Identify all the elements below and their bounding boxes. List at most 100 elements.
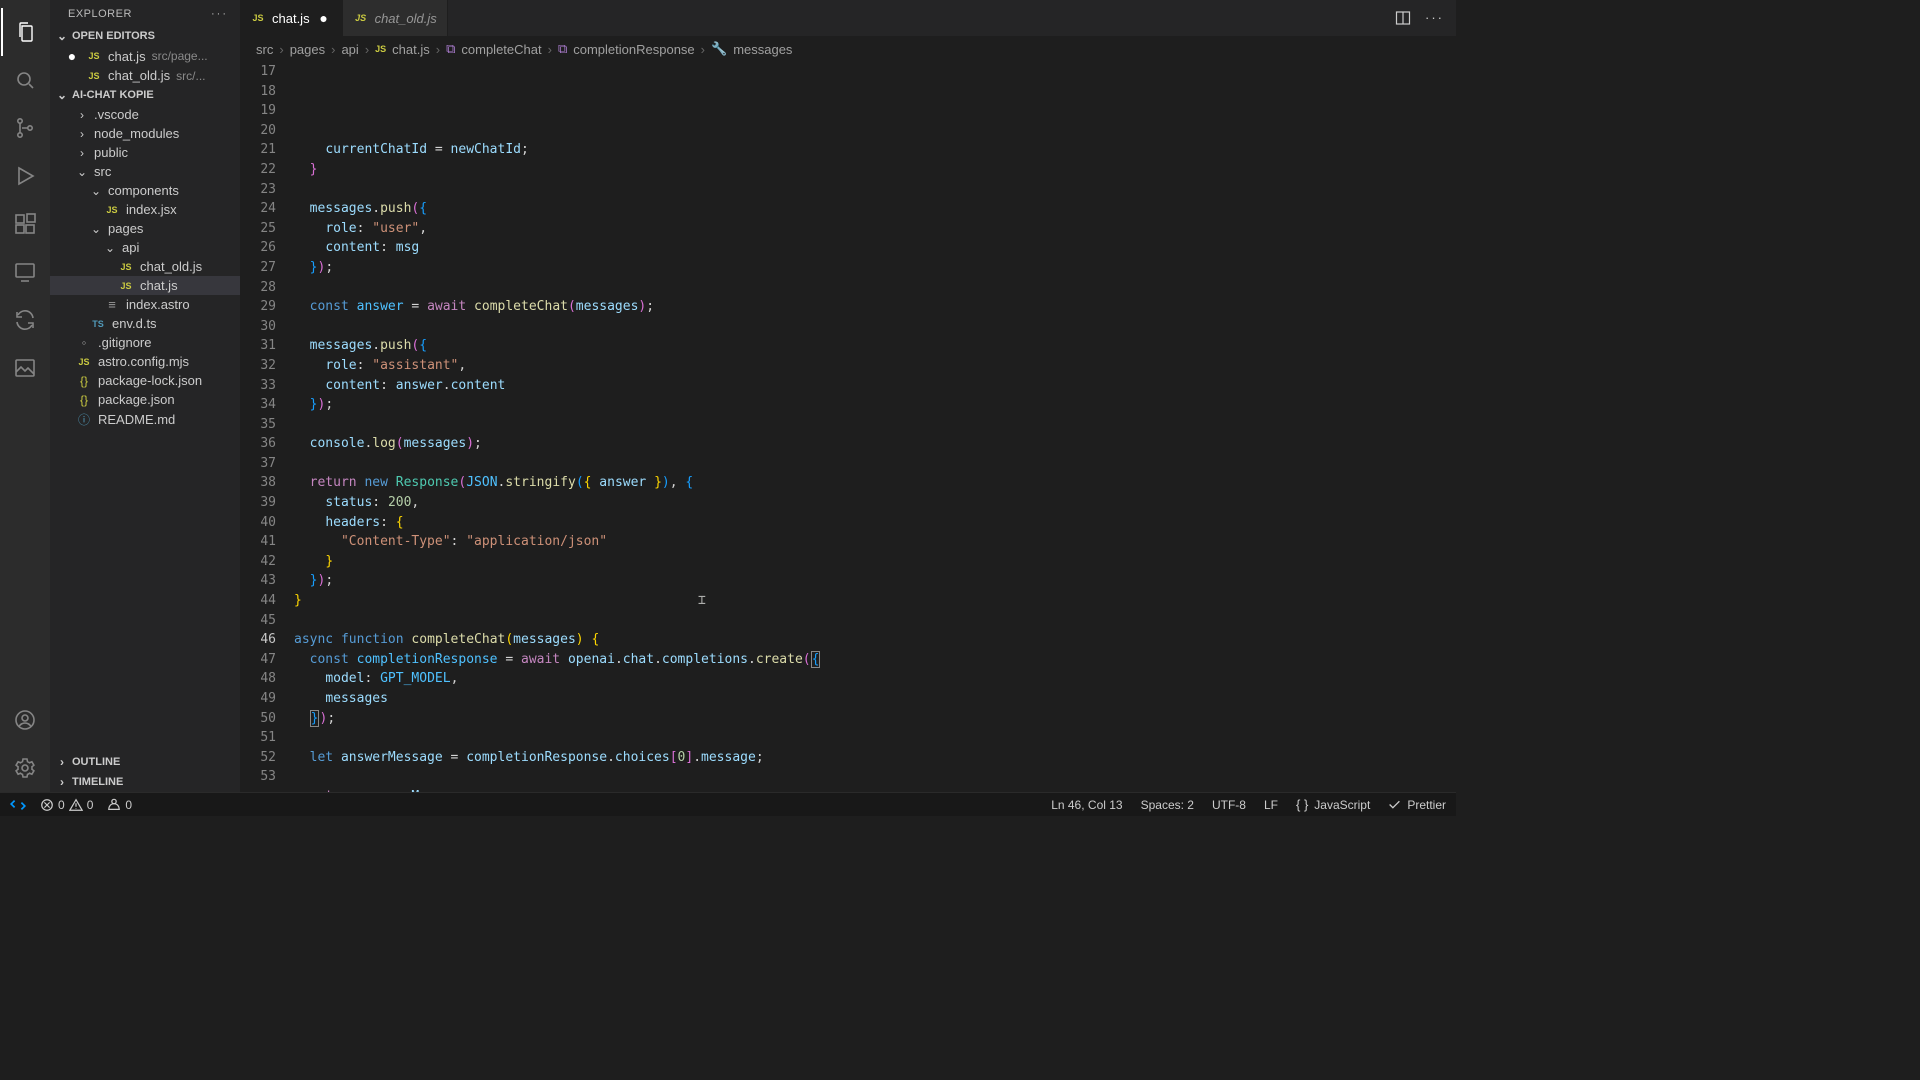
folder-item[interactable]: ⌄src xyxy=(50,162,240,181)
chevron-right-icon: › xyxy=(76,108,88,122)
extensions-icon[interactable] xyxy=(1,200,49,248)
breadcrumb-item[interactable]: completeChat xyxy=(461,42,541,57)
explorer-icon[interactable] xyxy=(1,8,49,56)
breadcrumb-item[interactable]: chat.js xyxy=(392,42,430,57)
modified-dot-icon[interactable]: ● xyxy=(316,10,332,26)
file-item[interactable]: {} package.json xyxy=(50,390,240,409)
js-icon: JS xyxy=(118,262,134,272)
split-editor-icon[interactable] xyxy=(1395,10,1411,26)
errors-warnings[interactable]: 0 0 xyxy=(40,798,93,812)
file-name: chat.js xyxy=(140,278,178,293)
file-item[interactable]: {}package-lock.json xyxy=(50,371,240,390)
folder-item[interactable]: ›node_modules xyxy=(50,124,240,143)
folder-item[interactable]: ⌄ api xyxy=(50,238,240,257)
search-icon[interactable] xyxy=(1,56,49,104)
status-bar: 0 0 0 Ln 46, Col 13 Spaces: 2 UTF-8 LF {… xyxy=(0,792,1456,816)
breadcrumb-item[interactable]: api xyxy=(341,42,358,57)
run-debug-icon[interactable] xyxy=(1,152,49,200)
folder-item[interactable]: › public xyxy=(50,143,240,162)
language-mode[interactable]: { }JavaScript xyxy=(1296,797,1370,812)
open-editor-item[interactable]: JS chat_old.js src/... xyxy=(50,66,240,85)
folder-name: public xyxy=(94,145,128,160)
file-item[interactable]: JSastro.config.mjs xyxy=(50,352,240,371)
image-icon[interactable] xyxy=(1,344,49,392)
folder-item[interactable]: ⌄pages xyxy=(50,219,240,238)
file-name: index.jsx xyxy=(126,202,177,217)
file-item[interactable]: TSenv.d.ts xyxy=(50,314,240,333)
tab-label: chat.js xyxy=(272,11,310,26)
indentation[interactable]: Spaces: 2 xyxy=(1141,798,1194,812)
field-icon: 🔧 xyxy=(711,41,727,57)
project-label: AI-CHAT KOPIE xyxy=(72,89,154,101)
chevron-down-icon: ⌄ xyxy=(56,29,68,43)
outline-header[interactable]: › OUTLINE xyxy=(50,752,240,772)
file-item[interactable]: ◦ .gitignore xyxy=(50,333,240,352)
open-editor-path: src/page... xyxy=(152,49,208,63)
open-editors-header[interactable]: ⌄ OPEN EDITORS xyxy=(50,26,240,46)
sync-icon[interactable] xyxy=(1,296,49,344)
file-item[interactable]: JS chat.js xyxy=(50,276,240,295)
tab-inactive[interactable]: JS chat_old.js xyxy=(343,0,448,36)
tabs-row: JS chat.js ● JS chat_old.js ··· xyxy=(240,0,1456,36)
chevron-down-icon: ⌄ xyxy=(104,241,116,255)
code-editor[interactable]: 1718192021222324252627282930313233343536… xyxy=(240,62,1456,792)
open-editor-path: src/... xyxy=(176,69,205,83)
chevron-down-icon: ⌄ xyxy=(90,222,102,236)
file-item[interactable]: JS chat_old.js xyxy=(50,257,240,276)
folder-item[interactable]: ›.vscode xyxy=(50,105,240,124)
file-item[interactable]: JSindex.jsx xyxy=(50,200,240,219)
code-content[interactable]: ⌶ currentChatId = newChatId; } messages.… xyxy=(294,62,1456,792)
ports[interactable]: 0 xyxy=(107,798,132,812)
outline-label: OUTLINE xyxy=(72,756,120,768)
file-name: README.md xyxy=(98,412,175,427)
breadcrumb-item[interactable]: pages xyxy=(290,42,325,57)
editor-area: JS chat.js ● JS chat_old.js ··· src› pag… xyxy=(240,0,1456,792)
breadcrumb-item[interactable]: completionResponse xyxy=(573,42,694,57)
language-label: JavaScript xyxy=(1314,798,1370,812)
json-icon: {} xyxy=(76,393,92,407)
remote-icon[interactable] xyxy=(10,797,26,813)
ts-icon: TS xyxy=(90,319,106,329)
line-gutter: 1718192021222324252627282930313233343536… xyxy=(240,62,294,792)
open-editor-item[interactable]: ● JS chat.js src/page... xyxy=(50,46,240,66)
chevron-right-icon: › xyxy=(76,127,88,141)
folder-item[interactable]: ⌄components xyxy=(50,181,240,200)
error-count: 0 xyxy=(58,798,65,812)
breadcrumbs[interactable]: src› pages› api› JS chat.js› ⧉ completeC… xyxy=(240,36,1456,62)
prettier-status[interactable]: Prettier xyxy=(1388,798,1446,812)
js-icon: JS xyxy=(86,51,102,61)
file-name: chat_old.js xyxy=(140,259,202,274)
chevron-down-icon: ⌄ xyxy=(90,184,102,198)
modified-dot-icon: ● xyxy=(64,48,80,64)
js-icon: JS xyxy=(250,13,266,23)
file-name: .gitignore xyxy=(98,335,151,350)
warning-count: 0 xyxy=(87,798,94,812)
method-icon: ⧉ xyxy=(446,41,455,57)
file-item[interactable]: ⓘREADME.md xyxy=(50,409,240,430)
source-control-icon[interactable] xyxy=(1,104,49,152)
breadcrumb-item[interactable]: messages xyxy=(733,42,792,57)
ports-count: 0 xyxy=(125,798,132,812)
project-header[interactable]: ⌄ AI-CHAT KOPIE xyxy=(50,85,240,105)
gitignore-icon: ◦ xyxy=(76,335,92,350)
eol[interactable]: LF xyxy=(1264,798,1278,812)
cursor-position[interactable]: Ln 46, Col 13 xyxy=(1051,798,1122,812)
settings-icon[interactable] xyxy=(1,744,49,792)
chevron-down-icon: ⌄ xyxy=(56,88,68,102)
chevron-right-icon: › xyxy=(76,146,88,160)
astro-icon: ≡ xyxy=(104,297,120,312)
js-icon: JS xyxy=(76,357,92,367)
remote-explorer-icon[interactable] xyxy=(1,248,49,296)
breadcrumb-item[interactable]: src xyxy=(256,42,273,57)
file-name: package.json xyxy=(98,392,175,407)
more-icon[interactable]: ··· xyxy=(1425,10,1444,26)
js-icon: JS xyxy=(86,71,102,81)
timeline-header[interactable]: › TIMELINE xyxy=(50,772,240,792)
tab-active[interactable]: JS chat.js ● xyxy=(240,0,343,36)
js-icon: JS xyxy=(118,281,134,291)
file-item[interactable]: ≡index.astro xyxy=(50,295,240,314)
encoding[interactable]: UTF-8 xyxy=(1212,798,1246,812)
folder-name: api xyxy=(122,240,139,255)
more-icon[interactable]: ··· xyxy=(211,8,228,20)
accounts-icon[interactable] xyxy=(1,696,49,744)
